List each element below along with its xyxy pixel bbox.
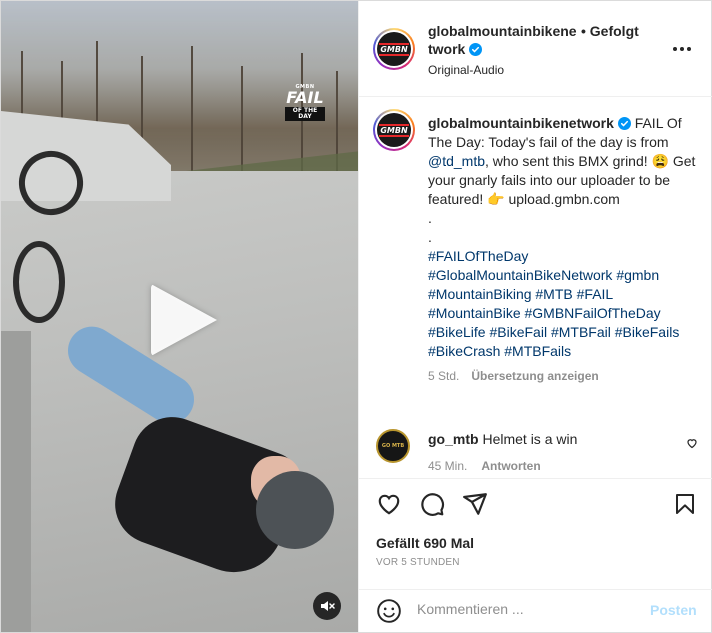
translate-link[interactable]: Übersetzung anzeigen (471, 369, 598, 383)
caption: globalmountainbikenetwork FAIL Of The Da… (428, 114, 698, 386)
author-username-text[interactable]: globalmountainbikenetwork (428, 23, 577, 57)
post-date: VOR 5 STUNDEN (376, 557, 460, 568)
comment-time[interactable]: 45 Min. (428, 459, 467, 473)
comment-text: Helmet is a win (482, 431, 578, 447)
post-button[interactable]: Posten (650, 602, 697, 618)
author-avatar[interactable]: GMBN (373, 28, 415, 70)
comment-meta: 45 Min. Antworten (428, 459, 541, 473)
post-sidebar: GMBN globalmountainbikenetwork • Gefolgt… (358, 1, 712, 632)
emoji-icon[interactable] (376, 598, 402, 624)
verified-badge-icon (617, 117, 631, 130)
comment-composer: Posten (359, 589, 712, 632)
save-bookmark-icon[interactable] (673, 491, 697, 517)
more-options-icon[interactable] (673, 47, 691, 51)
comment-avatar[interactable]: GO MTB (376, 429, 410, 463)
badge-main: FAIL (286, 88, 324, 107)
like-heart-icon[interactable] (376, 491, 402, 517)
comment-body: go_mtb Helmet is a win (428, 431, 577, 447)
caption-mention[interactable]: @td_mtb (428, 153, 485, 169)
mute-button[interactable] (313, 592, 341, 620)
caption-dot-1: . (428, 210, 432, 226)
follow-status[interactable]: • Gefolgt (581, 22, 639, 40)
muted-speaker-icon (321, 601, 335, 611)
author-username[interactable]: globalmountainbikenetwork (428, 22, 578, 58)
comment-username[interactable]: go_mtb (428, 431, 479, 447)
comment-bubble-icon[interactable] (419, 491, 445, 517)
caption-avatar-logo-text: GMBN (379, 123, 409, 137)
video-player[interactable]: GMBN FAIL OF THE DAY (1, 1, 358, 632)
share-paper-plane-icon[interactable] (462, 491, 488, 517)
caption-time[interactable]: 5 Std. (428, 369, 459, 383)
comment-reply[interactable]: Antworten (481, 459, 540, 473)
comment-input[interactable] (417, 601, 637, 617)
avatar-logo-text: GMBN (379, 42, 409, 56)
bike-wheel-rear (13, 241, 65, 323)
audio-label[interactable]: Original-Audio (428, 63, 504, 77)
comment-like-heart-icon[interactable] (686, 437, 698, 449)
likes-count[interactable]: Gefällt 690 Mal (376, 535, 474, 551)
caption-username[interactable]: globalmountainbikenetwork (428, 115, 614, 131)
caption-avatar[interactable]: GMBN (373, 109, 415, 151)
video-wall (1, 331, 31, 632)
post-header: GMBN globalmountainbikenetwork • Gefolgt… (359, 1, 712, 97)
badge-band: OF THE DAY (285, 107, 325, 121)
caption-meta: 5 Std. Übersetzung anzeigen (428, 367, 698, 386)
caption-dot-2: . (428, 229, 432, 245)
verified-badge-icon (469, 43, 483, 56)
fail-of-the-day-badge: GMBN FAIL OF THE DAY (285, 85, 325, 121)
rider-helmet (256, 471, 334, 549)
caption-hashtags[interactable]: #FAILOfTheDay #GlobalMountainBikeNetwork… (428, 247, 698, 361)
action-bar: Gefällt 690 Mal VOR 5 STUNDEN (359, 478, 712, 588)
play-icon[interactable] (151, 284, 217, 356)
